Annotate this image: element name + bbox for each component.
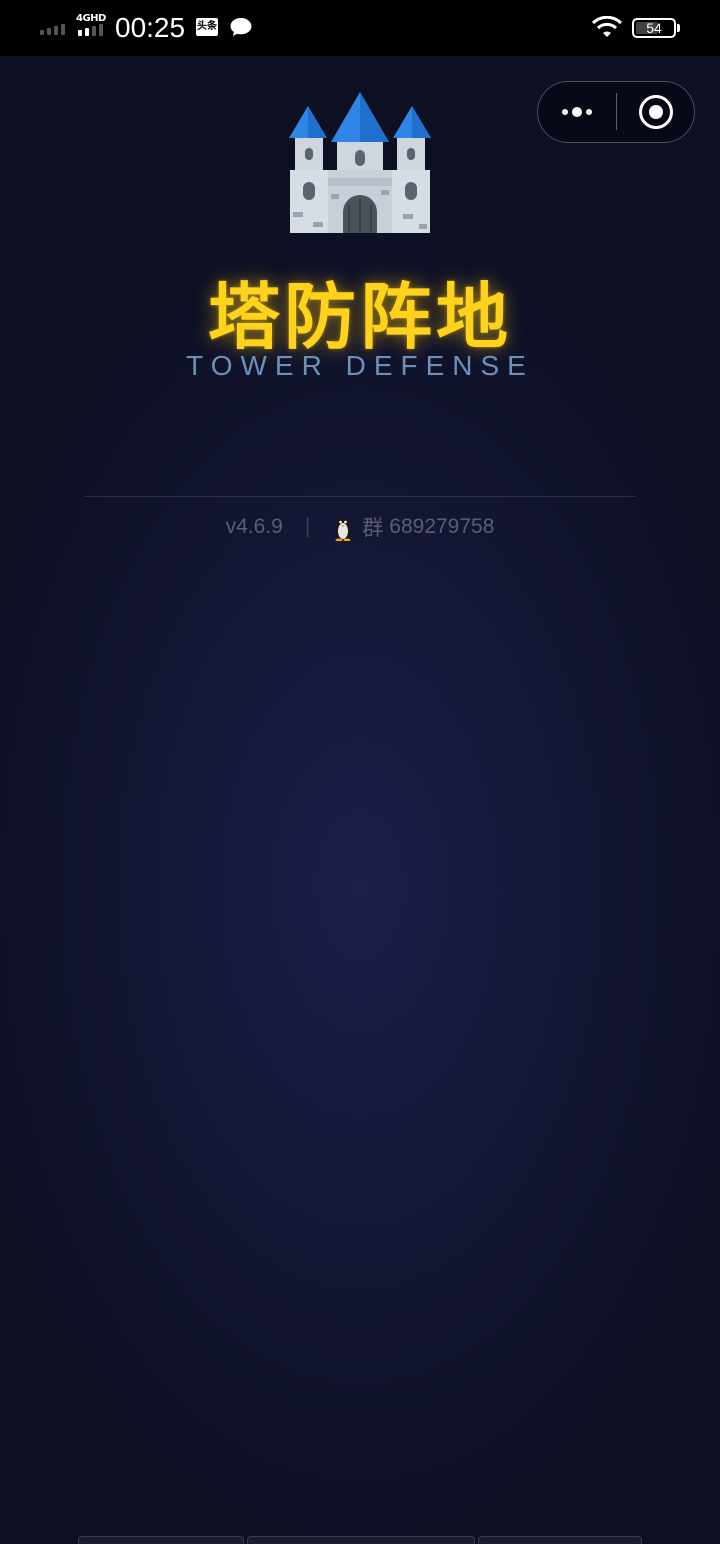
penguin-icon [335, 518, 352, 541]
more-dots-icon[interactable] [538, 82, 616, 141]
battery-level: 54 [646, 20, 662, 36]
chat-bubble-icon [230, 18, 252, 36]
signal-sim2-icon [78, 24, 103, 36]
clock: 00:25 [115, 12, 186, 43]
wifi-icon [591, 16, 623, 37]
game-subtitle: TOWER DEFENSE [186, 350, 534, 381]
game-title: 塔防阵地 [207, 275, 512, 359]
version-label: v4.6.9 [225, 515, 283, 538]
divider [84, 496, 636, 497]
footer-info: v4.6.9 | 群 689279758 [0, 512, 720, 542]
status-bar: 4GHD 00:25 头条 54 [0, 0, 720, 56]
footer-separator: | [304, 515, 311, 538]
toutiao-notification-icon: 头条 [196, 18, 218, 36]
network-type: 4GHD [76, 13, 106, 24]
battery-nub [677, 24, 680, 32]
qq-group-label: 群 [362, 517, 384, 540]
signal-sim1-icon [40, 24, 65, 35]
battery-icon: 54 [632, 18, 676, 38]
miniprogram-capsule [537, 81, 695, 143]
castle-icon [289, 92, 431, 233]
bottom-edge-tabs [78, 1536, 642, 1544]
close-circle-icon[interactable] [617, 82, 695, 141]
qq-group-number: 689279758 [389, 515, 495, 538]
